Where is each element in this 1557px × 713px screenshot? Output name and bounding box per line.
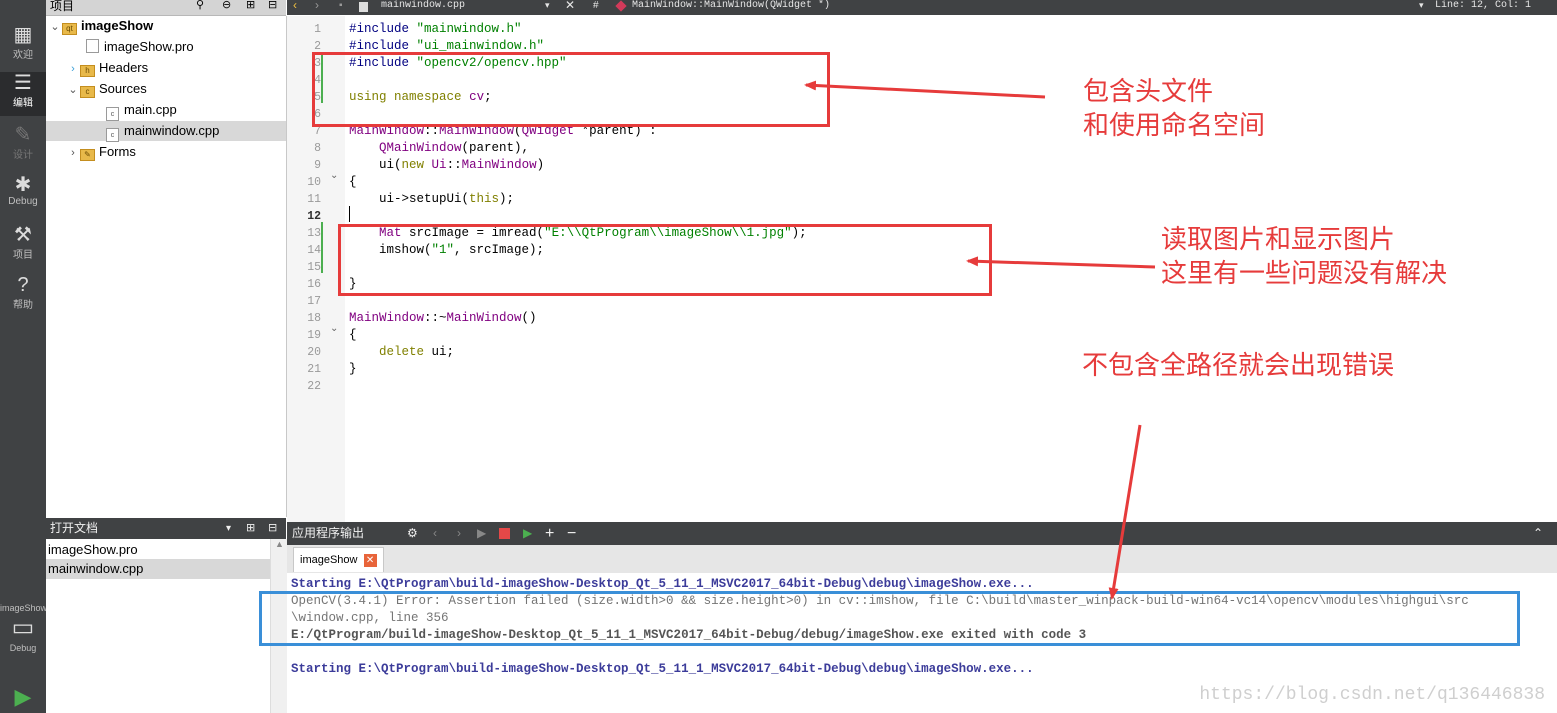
arrow-to-includes: [804, 80, 1046, 99]
note-imread: 读取图片和显示图片 这里有一些问题没有解决: [1161, 225, 1448, 289]
watermark: https://blog.csdn.net/q136446838: [1199, 685, 1545, 705]
arrow-to-error: [1108, 424, 1142, 600]
note-includes: 包含头文件 和使用命名空间: [1083, 77, 1266, 141]
note-error: 不包含全路径就会出现错误: [1082, 351, 1395, 381]
arrow-to-imread: [966, 256, 1156, 269]
